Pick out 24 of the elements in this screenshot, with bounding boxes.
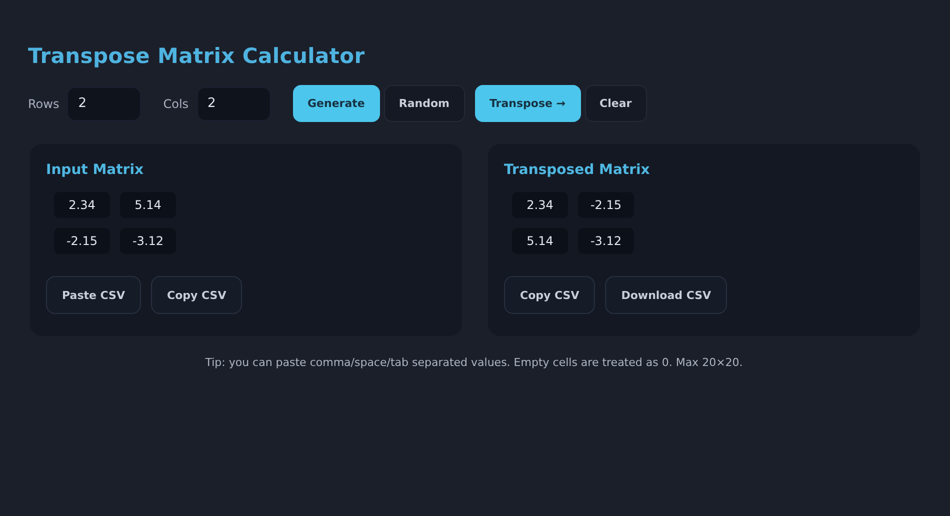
rows-input[interactable]: 2 bbox=[67, 86, 142, 120]
tip-text: Tip: you can paste comma/space/tab separated values. Empty cells are treated as 0. Max 20×20. bbox=[204, 356, 744, 369]
matrix-cell: -3.12 bbox=[578, 228, 634, 254]
matrix-cell: 5.14 bbox=[512, 228, 568, 254]
action-button[interactable]: Clear bbox=[584, 85, 647, 122]
matrix-cell: 2.34 bbox=[54, 192, 110, 218]
panel-title: Transposed Matrix bbox=[504, 162, 651, 178]
matrix-cell: -2.15 bbox=[578, 192, 634, 218]
action-button[interactable]: Random bbox=[384, 85, 465, 122]
panel-title: Input Matrix bbox=[46, 162, 145, 178]
primary-button[interactable]: Generate bbox=[292, 85, 380, 122]
cols-input[interactable]: 2 bbox=[196, 86, 271, 120]
rows-label: Rows bbox=[28, 96, 60, 110]
csv-button[interactable]: Copy CSV bbox=[151, 276, 242, 314]
csv-button[interactable]: Download CSV bbox=[605, 276, 728, 314]
app-title: Transpose Matrix Calculator bbox=[28, 44, 366, 68]
matrix-cell: -2.15 bbox=[54, 228, 110, 254]
csv-button[interactable]: Paste CSV bbox=[46, 276, 141, 314]
matrix-cell: 2.34 bbox=[512, 192, 568, 218]
csv-button[interactable]: Copy CSV bbox=[504, 276, 596, 314]
primary-button[interactable]: Transpose → bbox=[474, 85, 581, 122]
matrix-cell: -3.12 bbox=[120, 228, 176, 254]
cols-label: Cols bbox=[163, 96, 189, 110]
matrix-cell: 5.14 bbox=[120, 192, 176, 218]
